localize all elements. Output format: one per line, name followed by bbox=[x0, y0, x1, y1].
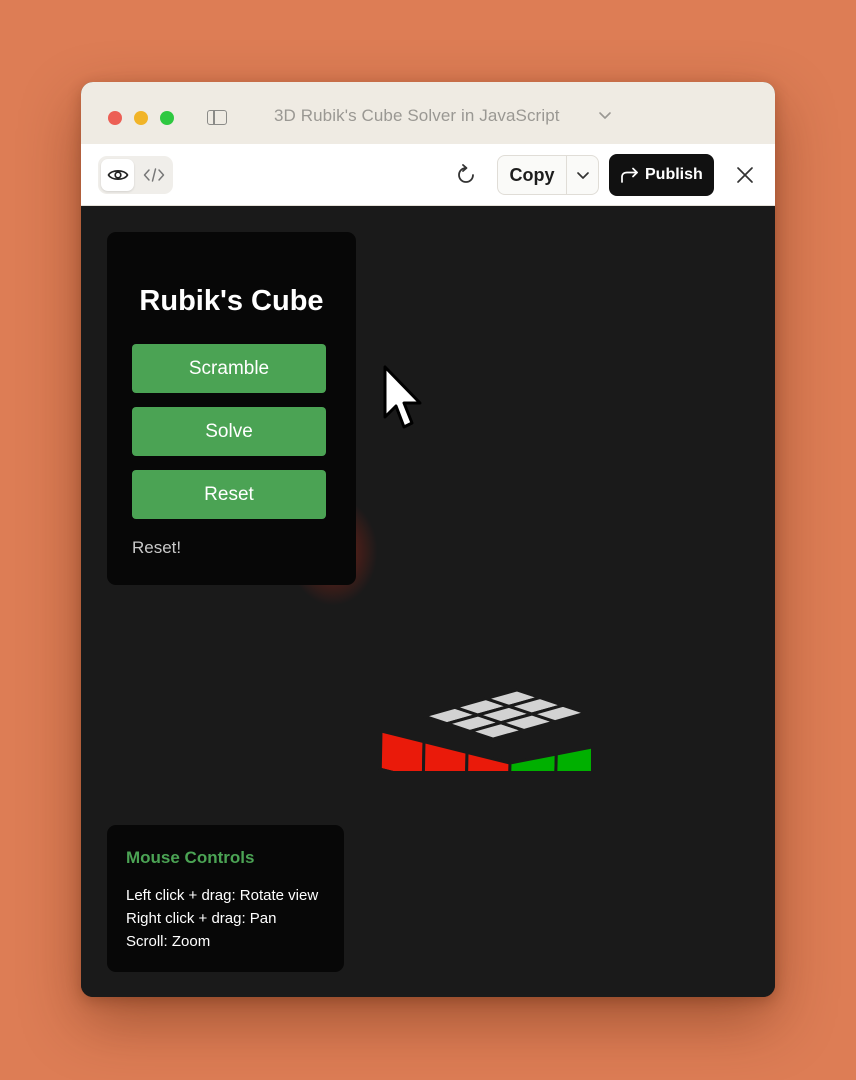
refresh-icon bbox=[458, 164, 474, 183]
share-arrow-icon bbox=[621, 167, 638, 183]
copy-button[interactable]: Copy bbox=[498, 156, 566, 194]
view-mode-toggle bbox=[98, 156, 173, 194]
scramble-button[interactable]: Scramble bbox=[132, 344, 326, 393]
panel-title: Rubik's Cube bbox=[139, 285, 324, 317]
maximize-window-button[interactable] bbox=[160, 111, 174, 125]
toolbar: Copy Publish bbox=[81, 144, 775, 206]
eye-icon bbox=[107, 170, 128, 180]
publish-button[interactable]: Publish bbox=[609, 154, 714, 196]
minimize-window-button[interactable] bbox=[134, 111, 148, 125]
sidebar-icon[interactable] bbox=[207, 110, 227, 125]
cube-sticker-left bbox=[465, 750, 512, 771]
code-icon bbox=[143, 168, 164, 182]
chevron-down-icon[interactable] bbox=[598, 108, 612, 122]
close-button[interactable] bbox=[734, 164, 756, 186]
window-title[interactable]: 3D Rubik's Cube Solver in JavaScript bbox=[274, 106, 560, 126]
mouse-pointer-icon bbox=[383, 365, 422, 429]
cube-sticker-right bbox=[508, 752, 558, 771]
help-title: Mouse Controls bbox=[126, 848, 255, 867]
copy-button-group: Copy bbox=[497, 155, 599, 195]
reset-button[interactable]: Reset bbox=[132, 470, 326, 519]
preview-canvas[interactable]: Rubik's Cube Scramble Solve Reset Reset!… bbox=[81, 206, 775, 997]
cube-sticker-right bbox=[554, 745, 591, 771]
publish-label: Publish bbox=[645, 166, 703, 183]
copy-options-button[interactable] bbox=[567, 156, 599, 194]
preview-button[interactable] bbox=[101, 159, 134, 191]
cube-sticker-left bbox=[378, 729, 426, 771]
controls-panel: Rubik's Cube Scramble Solve Reset Reset! bbox=[107, 232, 356, 585]
solve-button[interactable]: Solve bbox=[132, 407, 326, 456]
chevron-down-icon bbox=[577, 172, 589, 179]
refresh-button[interactable] bbox=[453, 161, 479, 189]
help-line: Left click + drag: Rotate view bbox=[126, 887, 319, 904]
mouse-controls-panel: Mouse Controls Left click + drag: Rotate… bbox=[107, 825, 344, 972]
status-text: Reset! bbox=[132, 538, 182, 557]
cube-sticker-left bbox=[421, 740, 469, 771]
app-window: 3D Rubik's Cube Solver in JavaScript Cop… bbox=[81, 82, 775, 997]
close-icon bbox=[737, 167, 753, 183]
help-line: Right click + drag: Pan bbox=[126, 910, 277, 927]
close-window-button[interactable] bbox=[108, 111, 122, 125]
title-bar: 3D Rubik's Cube Solver in JavaScript bbox=[81, 82, 775, 144]
help-line: Scroll: Zoom bbox=[126, 933, 211, 950]
code-view-button[interactable] bbox=[137, 159, 170, 191]
